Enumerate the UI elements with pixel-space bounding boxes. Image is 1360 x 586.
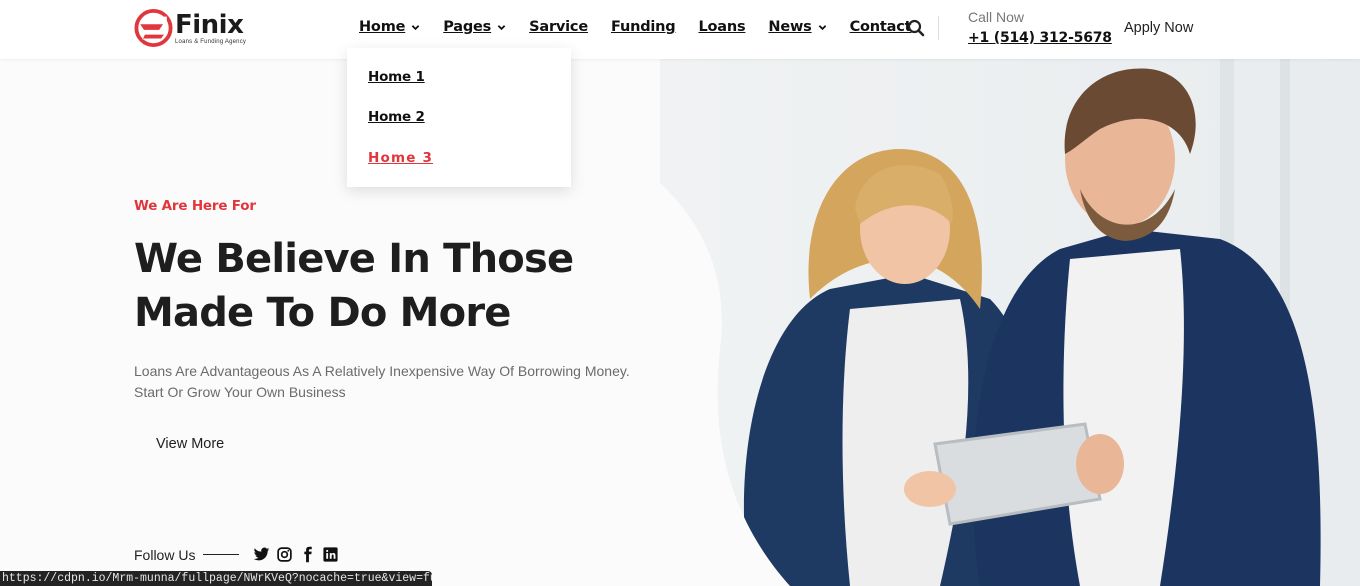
apply-now-button[interactable]: Apply Now <box>1124 20 1193 36</box>
nav-item-label: News <box>768 19 812 35</box>
follow-us-line <box>203 554 240 555</box>
logo[interactable]: Finix Loans & Funding Agency <box>134 9 246 47</box>
home-dropdown-menu: Home 1 Home 2 Home 3 <box>347 48 571 187</box>
nav-item-label: Pages <box>443 19 492 35</box>
nav-item-label: Home <box>359 19 406 35</box>
hero-description-line-2: Start Or Grow Your Own Business <box>134 384 346 400</box>
logo-text: Finix Loans & Funding Agency <box>175 12 246 45</box>
dropdown-item-home-2[interactable]: Home 2 <box>368 109 425 125</box>
nav-item-label: Loans <box>698 19 746 35</box>
nav-item-home[interactable]: Home <box>359 19 420 35</box>
nav-item-pages[interactable]: Pages <box>443 19 506 35</box>
nav-item-loans[interactable]: Loans <box>698 19 745 35</box>
dropdown-item-home-3[interactable]: Home 3 <box>368 150 433 166</box>
nav-item-funding[interactable]: Funding <box>610 19 676 35</box>
hero-description: Loans Are Advantageous As A Relatively I… <box>134 361 654 403</box>
view-more-button[interactable]: View More <box>156 436 224 452</box>
chevron-down-icon <box>411 24 420 30</box>
nav-item-contact[interactable]: Contact <box>850 19 912 35</box>
follow-us-label: Follow Us <box>134 546 196 563</box>
call-label: Call Now <box>968 9 1025 25</box>
finix-logo-mark-icon <box>134 9 173 47</box>
hero-description-line-1: Loans Are Advantageous As A Relatively I… <box>134 363 630 379</box>
brand-name: Finix <box>175 9 244 40</box>
main-nav: Home Pages Sarvice Funding Loans News Co… <box>359 19 934 35</box>
nav-item-news[interactable]: News <box>768 19 826 35</box>
hero-headline: We Believe In Those Made To Do More <box>134 232 694 340</box>
brand-tagline: Loans & Funding Agency <box>175 38 247 45</box>
twitter-icon[interactable] <box>253 546 270 563</box>
hero-image <box>660 59 1360 586</box>
dropdown-item-home-1[interactable]: Home 1 <box>368 69 425 85</box>
linkedin-icon[interactable] <box>322 546 339 563</box>
chevron-down-icon <box>497 24 506 30</box>
nav-item-label: Sarvice <box>529 19 588 35</box>
nav-item-label: Contact <box>849 19 912 35</box>
browser-status-url: https://cdpn.io/Mrm-munna/fullpage/NWrKV… <box>0 571 432 586</box>
facebook-icon[interactable] <box>299 546 316 563</box>
follow-us: Follow Us <box>134 546 339 563</box>
instagram-icon[interactable] <box>276 546 293 563</box>
nav-item-service[interactable]: Sarvice <box>529 19 588 35</box>
site-header: Finix Loans & Funding Agency Home Pages … <box>0 0 1360 59</box>
search-icon[interactable] <box>907 19 925 37</box>
hero-headline-line-2: Made To Do More <box>134 290 511 336</box>
nav-item-label: Funding <box>610 19 676 35</box>
hero-headline-line-1: We Believe In Those <box>134 236 574 282</box>
header-divider <box>938 16 939 40</box>
call-phone-link[interactable]: +1 (514) 312-5678 <box>968 30 1112 46</box>
hero-eyebrow: We Are Here For <box>134 198 256 214</box>
chevron-down-icon <box>818 24 826 30</box>
